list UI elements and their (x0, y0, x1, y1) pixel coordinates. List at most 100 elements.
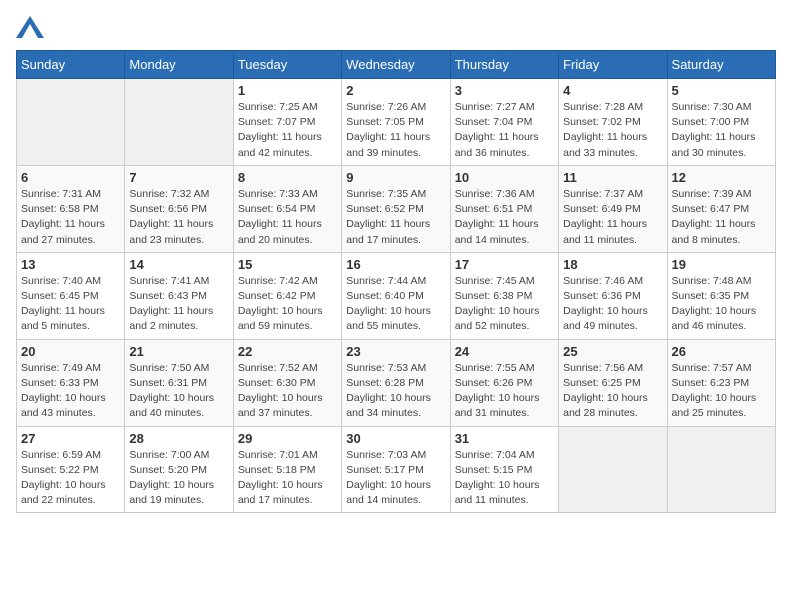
calendar-cell (667, 426, 775, 513)
calendar-cell: 10 Sunrise: 7:36 AM Sunset: 6:51 PM Dayli… (450, 165, 558, 252)
day-number: 14 (129, 257, 228, 272)
page-header (16, 16, 776, 38)
day-number: 22 (238, 344, 337, 359)
weekday-header-wednesday: Wednesday (342, 51, 450, 79)
day-number: 2 (346, 83, 445, 98)
calendar-cell: 23 Sunrise: 7:53 AM Sunset: 6:28 PM Dayli… (342, 339, 450, 426)
calendar-cell: 6Sunrise: 7:31 AM Sunset: 6:58 PM Daylig… (17, 165, 125, 252)
calendar-cell: 31Sunrise: 7:04 AM Sunset: 5:15 PM Dayli… (450, 426, 558, 513)
day-number: 3 (455, 83, 554, 98)
day-info: Sunrise: 6:59 AM Sunset: 5:22 PM Dayligh… (21, 448, 120, 509)
day-info: Sunrise: 7:28 AM Sunset: 7:02 PM Dayligh… (563, 100, 662, 161)
weekday-header-saturday: Saturday (667, 51, 775, 79)
day-number: 11 (563, 170, 662, 185)
day-number: 28 (129, 431, 228, 446)
day-info: Sunrise: 7:40 AM Sunset: 6:45 PM Dayligh… (21, 274, 120, 335)
calendar-cell: 2 Sunrise: 7:26 AM Sunset: 7:05 PM Daylig… (342, 79, 450, 166)
day-number: 25 (563, 344, 662, 359)
day-info: Sunrise: 7:42 AM Sunset: 6:42 PM Dayligh… (238, 274, 337, 335)
calendar-cell: 29 Sunrise: 7:01 AM Sunset: 5:18 PM Dayli… (233, 426, 341, 513)
day-info: Sunrise: 7:57 AM Sunset: 6:23 PM Dayligh… (672, 361, 771, 422)
day-number: 9 (346, 170, 445, 185)
day-info: Sunrise: 7:35 AM Sunset: 6:52 PM Dayligh… (346, 187, 445, 248)
calendar-cell: 30 Sunrise: 7:03 AM Sunset: 5:17 PM Dayli… (342, 426, 450, 513)
day-number: 4 (563, 83, 662, 98)
day-info: Sunrise: 7:44 AM Sunset: 6:40 PM Dayligh… (346, 274, 445, 335)
day-info: Sunrise: 7:25 AM Sunset: 7:07 PM Dayligh… (238, 100, 337, 161)
day-number: 10 (455, 170, 554, 185)
weekday-header-tuesday: Tuesday (233, 51, 341, 79)
calendar-cell: 3 Sunrise: 7:27 AM Sunset: 7:04 PM Daylig… (450, 79, 558, 166)
day-info: Sunrise: 7:50 AM Sunset: 6:31 PM Dayligh… (129, 361, 228, 422)
weekday-header-friday: Friday (559, 51, 667, 79)
day-info: Sunrise: 7:33 AM Sunset: 6:54 PM Dayligh… (238, 187, 337, 248)
calendar-cell: 9 Sunrise: 7:35 AM Sunset: 6:52 PM Daylig… (342, 165, 450, 252)
calendar-cell: 27 Sunrise: 6:59 AM Sunset: 5:22 PM Dayli… (17, 426, 125, 513)
day-info: Sunrise: 7:49 AM Sunset: 6:33 PM Dayligh… (21, 361, 120, 422)
week-row-4: 20 Sunrise: 7:49 AM Sunset: 6:33 PM Dayli… (17, 339, 776, 426)
calendar-cell: 16 Sunrise: 7:44 AM Sunset: 6:40 PM Dayli… (342, 252, 450, 339)
calendar-cell: 13 Sunrise: 7:40 AM Sunset: 6:45 PM Dayli… (17, 252, 125, 339)
day-number: 8 (238, 170, 337, 185)
calendar-cell: 14Sunrise: 7:41 AM Sunset: 6:43 PM Dayli… (125, 252, 233, 339)
day-info: Sunrise: 7:39 AM Sunset: 6:47 PM Dayligh… (672, 187, 771, 248)
day-info: Sunrise: 7:00 AM Sunset: 5:20 PM Dayligh… (129, 448, 228, 509)
day-number: 1 (238, 83, 337, 98)
logo (16, 16, 48, 38)
day-info: Sunrise: 7:45 AM Sunset: 6:38 PM Dayligh… (455, 274, 554, 335)
day-info: Sunrise: 7:32 AM Sunset: 6:56 PM Dayligh… (129, 187, 228, 248)
day-info: Sunrise: 7:30 AM Sunset: 7:00 PM Dayligh… (672, 100, 771, 161)
day-number: 13 (21, 257, 120, 272)
day-number: 26 (672, 344, 771, 359)
day-info: Sunrise: 7:53 AM Sunset: 6:28 PM Dayligh… (346, 361, 445, 422)
calendar-cell: 25 Sunrise: 7:56 AM Sunset: 6:25 PM Dayli… (559, 339, 667, 426)
day-number: 29 (238, 431, 337, 446)
calendar-cell: 15 Sunrise: 7:42 AM Sunset: 6:42 PM Dayli… (233, 252, 341, 339)
calendar-cell: 12 Sunrise: 7:39 AM Sunset: 6:47 PM Dayli… (667, 165, 775, 252)
day-number: 19 (672, 257, 771, 272)
day-number: 7 (129, 170, 228, 185)
week-row-5: 27 Sunrise: 6:59 AM Sunset: 5:22 PM Dayli… (17, 426, 776, 513)
logo-icon (16, 16, 44, 38)
day-info: Sunrise: 7:26 AM Sunset: 7:05 PM Dayligh… (346, 100, 445, 161)
day-number: 30 (346, 431, 445, 446)
calendar-cell: 22 Sunrise: 7:52 AM Sunset: 6:30 PM Dayli… (233, 339, 341, 426)
calendar-cell: 7 Sunrise: 7:32 AM Sunset: 6:56 PM Daylig… (125, 165, 233, 252)
calendar-cell: 4 Sunrise: 7:28 AM Sunset: 7:02 PM Daylig… (559, 79, 667, 166)
day-info: Sunrise: 7:01 AM Sunset: 5:18 PM Dayligh… (238, 448, 337, 509)
calendar-cell: 26 Sunrise: 7:57 AM Sunset: 6:23 PM Dayli… (667, 339, 775, 426)
calendar-cell: 5 Sunrise: 7:30 AM Sunset: 7:00 PM Daylig… (667, 79, 775, 166)
calendar-table: SundayMondayTuesdayWednesdayThursdayFrid… (16, 50, 776, 513)
day-info: Sunrise: 7:36 AM Sunset: 6:51 PM Dayligh… (455, 187, 554, 248)
day-info: Sunrise: 7:27 AM Sunset: 7:04 PM Dayligh… (455, 100, 554, 161)
day-number: 5 (672, 83, 771, 98)
weekday-header-monday: Monday (125, 51, 233, 79)
day-info: Sunrise: 7:56 AM Sunset: 6:25 PM Dayligh… (563, 361, 662, 422)
day-info: Sunrise: 7:55 AM Sunset: 6:26 PM Dayligh… (455, 361, 554, 422)
day-info: Sunrise: 7:03 AM Sunset: 5:17 PM Dayligh… (346, 448, 445, 509)
day-number: 27 (21, 431, 120, 446)
day-number: 31 (455, 431, 554, 446)
calendar-cell: 18 Sunrise: 7:46 AM Sunset: 6:36 PM Dayli… (559, 252, 667, 339)
calendar-cell: 20 Sunrise: 7:49 AM Sunset: 6:33 PM Dayli… (17, 339, 125, 426)
weekday-header-thursday: Thursday (450, 51, 558, 79)
day-number: 16 (346, 257, 445, 272)
day-number: 6 (21, 170, 120, 185)
calendar-cell: 24 Sunrise: 7:55 AM Sunset: 6:26 PM Dayli… (450, 339, 558, 426)
calendar-cell: 19Sunrise: 7:48 AM Sunset: 6:35 PM Dayli… (667, 252, 775, 339)
weekday-header-sunday: Sunday (17, 51, 125, 79)
day-number: 15 (238, 257, 337, 272)
day-info: Sunrise: 7:52 AM Sunset: 6:30 PM Dayligh… (238, 361, 337, 422)
day-number: 20 (21, 344, 120, 359)
day-number: 24 (455, 344, 554, 359)
calendar-cell: 11Sunrise: 7:37 AM Sunset: 6:49 PM Dayli… (559, 165, 667, 252)
day-info: Sunrise: 7:46 AM Sunset: 6:36 PM Dayligh… (563, 274, 662, 335)
day-number: 18 (563, 257, 662, 272)
day-number: 12 (672, 170, 771, 185)
day-number: 21 (129, 344, 228, 359)
week-row-1: 1 Sunrise: 7:25 AM Sunset: 7:07 PM Daylig… (17, 79, 776, 166)
calendar-cell: 17Sunrise: 7:45 AM Sunset: 6:38 PM Dayli… (450, 252, 558, 339)
calendar-header: SundayMondayTuesdayWednesdayThursdayFrid… (17, 51, 776, 79)
week-row-2: 6Sunrise: 7:31 AM Sunset: 6:58 PM Daylig… (17, 165, 776, 252)
day-number: 23 (346, 344, 445, 359)
